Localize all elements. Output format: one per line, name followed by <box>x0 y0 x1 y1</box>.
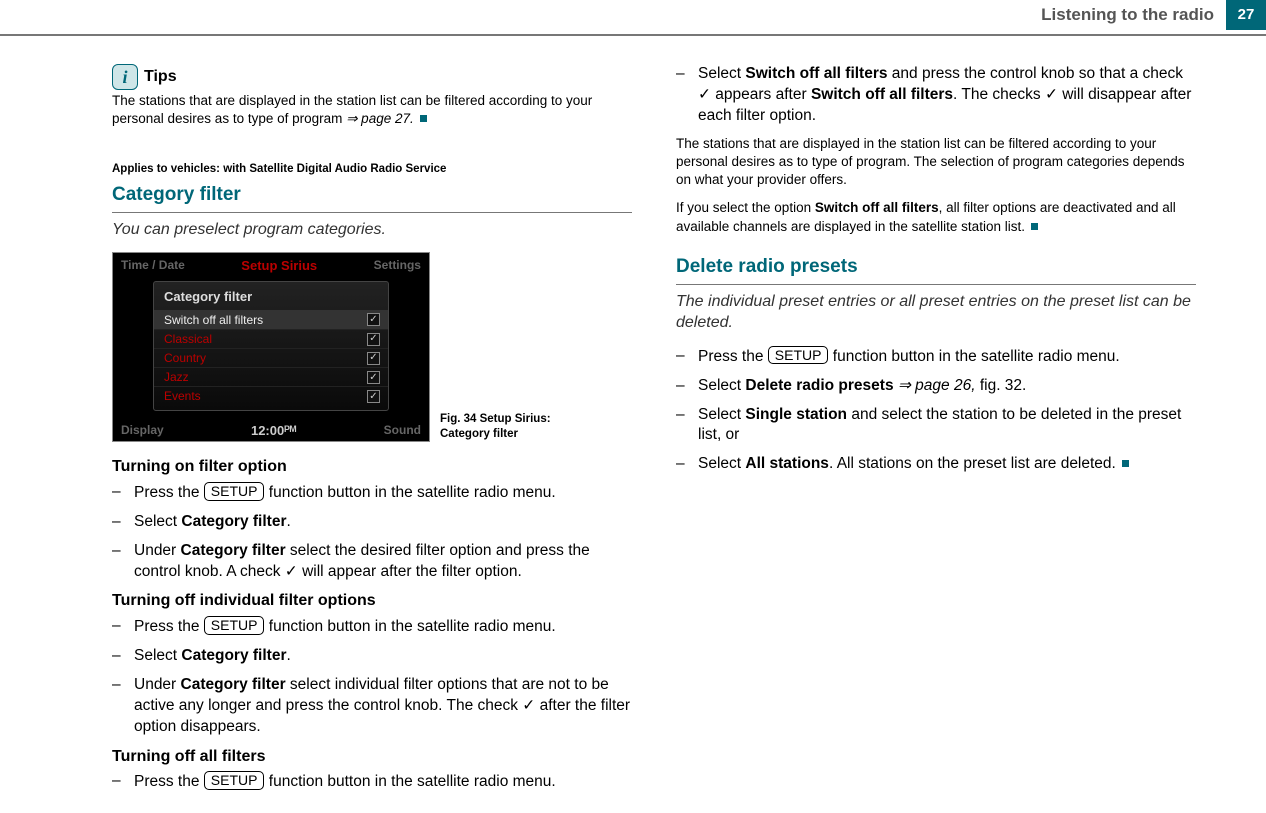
t: Category filter <box>181 647 286 664</box>
t: function button in the satellite radio m… <box>264 773 555 790</box>
checkbox-icon: ✓ <box>367 313 380 326</box>
mmi-bottom-right: Sound <box>384 422 421 440</box>
t: Select <box>698 377 745 394</box>
checkbox-icon: ✓ <box>367 333 380 346</box>
t: . <box>286 647 290 664</box>
mmi-panel-title: Category filter <box>154 286 388 311</box>
mmi-item: Country ✓ <box>154 349 388 368</box>
heading-category-filter: Category filter <box>112 182 632 213</box>
applies-note: Applies to vehicles: with Satellite Digi… <box>112 162 632 178</box>
t: Category filter <box>181 542 286 559</box>
t: function button in the satellite radio m… <box>264 618 555 635</box>
subhead-turn-on: Turning on filter option <box>112 456 632 478</box>
step: – Press the SETUP function button in the… <box>676 346 1196 368</box>
step: – Select Category filter. <box>112 646 632 667</box>
t: Press the <box>134 618 204 635</box>
t: Press the <box>134 773 204 790</box>
page-content: i Tips The stations that are displayed i… <box>112 64 1196 813</box>
t: fig. 32. <box>980 377 1027 394</box>
header-bar: Listening to the radio 27 <box>0 0 1266 36</box>
setup-button-ref: SETUP <box>204 616 265 635</box>
explain-para-2: If you select the option Switch off all … <box>676 199 1196 235</box>
figure-caption: Fig. 34 Setup Sirius: Category filter <box>440 412 560 442</box>
mmi-item-label: Jazz <box>164 369 189 385</box>
end-square-icon <box>1031 223 1038 230</box>
t: Select <box>698 455 745 472</box>
mmi-top-left: Time / Date <box>121 257 185 275</box>
setup-button-ref: SETUP <box>768 346 829 365</box>
subhead-turn-off-all: Turning off all filters <box>112 746 632 768</box>
chapter-title: Listening to the radio <box>1041 0 1226 30</box>
t: . <box>286 513 290 530</box>
info-icon: i <box>112 64 138 90</box>
step: – Select All stations. All stations on t… <box>676 454 1196 475</box>
t: Switch off all filters <box>811 86 953 103</box>
tips-body: The stations that are displayed in the s… <box>112 92 632 128</box>
end-square-icon <box>420 115 427 122</box>
step: – Select Single station and select the s… <box>676 405 1196 447</box>
step: – Select Switch off all filters and pres… <box>676 64 1196 127</box>
t: Select <box>698 65 745 82</box>
t: ⇒ page 26, <box>894 377 980 394</box>
subtitle-category-filter: You can preselect program categories. <box>112 219 632 241</box>
t: Press the <box>134 484 204 501</box>
t: Select <box>134 513 181 530</box>
setup-button-ref: SETUP <box>204 482 265 501</box>
checkbox-icon: ✓ <box>367 352 380 365</box>
mmi-item-label: Events <box>164 388 201 404</box>
mmi-top-right: Settings <box>374 257 421 275</box>
t: Category filter <box>181 513 286 530</box>
subhead-turn-off-ind: Turning off individual filter options <box>112 590 632 612</box>
mmi-clock: 12:00ᴾᴹ <box>251 422 296 440</box>
t: Select <box>698 406 745 423</box>
heading-delete-presets: Delete radio presets <box>676 254 1196 285</box>
tips-header: i Tips <box>112 64 632 90</box>
tips-label: Tips <box>144 66 177 88</box>
t: Single station <box>745 406 847 423</box>
t: Category filter <box>181 676 286 693</box>
mmi-item: Classical ✓ <box>154 330 388 349</box>
tips-page-ref: ⇒ page 27. <box>346 111 414 126</box>
mmi-item: Jazz ✓ <box>154 368 388 387</box>
step: – Under Category filter select the desir… <box>112 541 632 583</box>
t: function button in the satellite radio m… <box>828 348 1119 365</box>
step: – Press the SETUP function button in the… <box>112 482 632 504</box>
mmi-item: Switch off all filters ✓ <box>154 311 388 330</box>
page-number: 27 <box>1226 0 1266 30</box>
t: If you select the option <box>676 200 815 215</box>
checkbox-icon: ✓ <box>367 390 380 403</box>
t: Switch off all filters <box>745 65 887 82</box>
t: All stations <box>745 455 829 472</box>
step: – Press the SETUP function button in the… <box>112 771 632 793</box>
end-square-icon <box>1122 460 1129 467</box>
mmi-bottom-left: Display <box>121 422 164 440</box>
step: – Select Delete radio presets ⇒ page 26,… <box>676 376 1196 397</box>
checkbox-icon: ✓ <box>367 371 380 384</box>
mmi-item: Events ✓ <box>154 387 388 405</box>
mmi-item-label: Country <box>164 350 206 366</box>
figure-34: Time / Date Setup Sirius Settings Catego… <box>112 252 632 442</box>
mmi-panel: Category filter Switch off all filters ✓… <box>153 281 389 410</box>
t: Delete radio presets <box>745 377 893 394</box>
step: – Under Category filter select individua… <box>112 675 632 738</box>
t: Select <box>134 647 181 664</box>
step: – Select Category filter. <box>112 512 632 533</box>
mmi-screen: Time / Date Setup Sirius Settings Catego… <box>112 252 430 442</box>
t: . All stations on the preset list are de… <box>829 455 1116 472</box>
t: Under <box>134 542 181 559</box>
step: – Press the SETUP function button in the… <box>112 616 632 638</box>
mmi-top-center: Setup Sirius <box>241 257 317 275</box>
subtitle-delete-presets: The individual preset entries or all pre… <box>676 291 1196 334</box>
header-right: Listening to the radio 27 <box>1041 0 1266 30</box>
t: Switch off all filters <box>815 200 939 215</box>
t: function button in the satellite radio m… <box>264 484 555 501</box>
setup-button-ref: SETUP <box>204 771 265 790</box>
mmi-item-label: Classical <box>164 331 212 347</box>
t: Under <box>134 676 181 693</box>
explain-para-1: The stations that are displayed in the s… <box>676 135 1196 190</box>
t: Press the <box>698 348 768 365</box>
mmi-item-label: Switch off all filters <box>164 312 263 328</box>
